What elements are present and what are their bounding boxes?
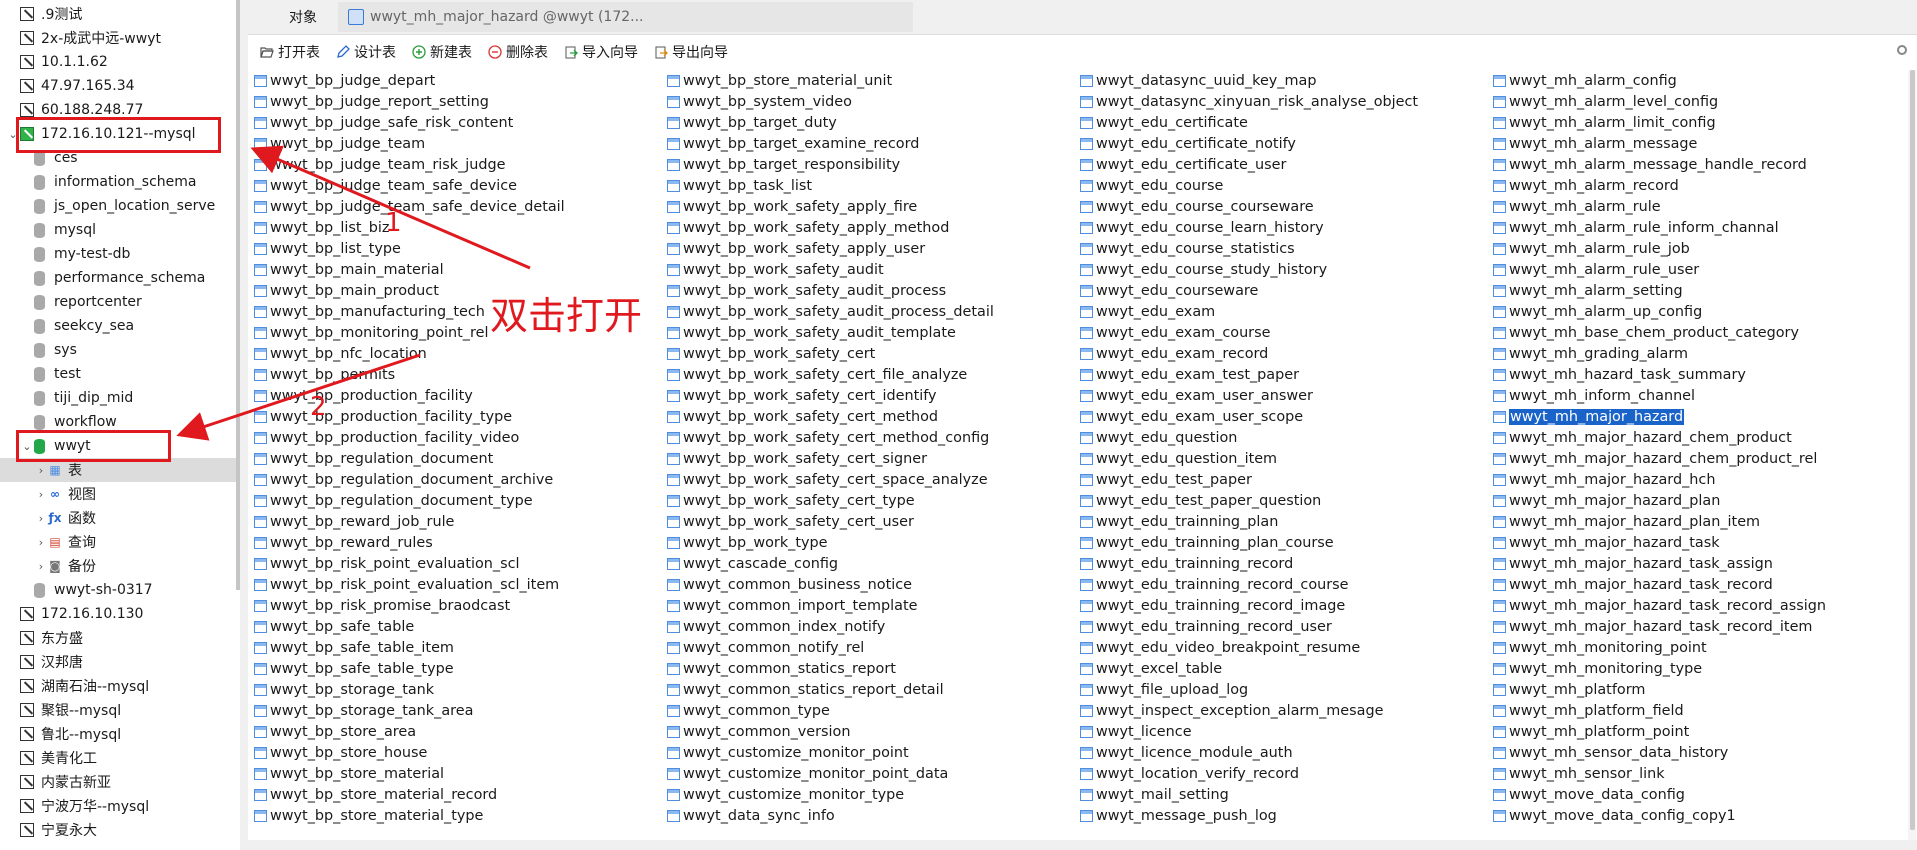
annotation-arrows	[176, 145, 531, 441]
arrow-to-database	[176, 353, 421, 441]
arrow-to-connection	[250, 145, 531, 270]
